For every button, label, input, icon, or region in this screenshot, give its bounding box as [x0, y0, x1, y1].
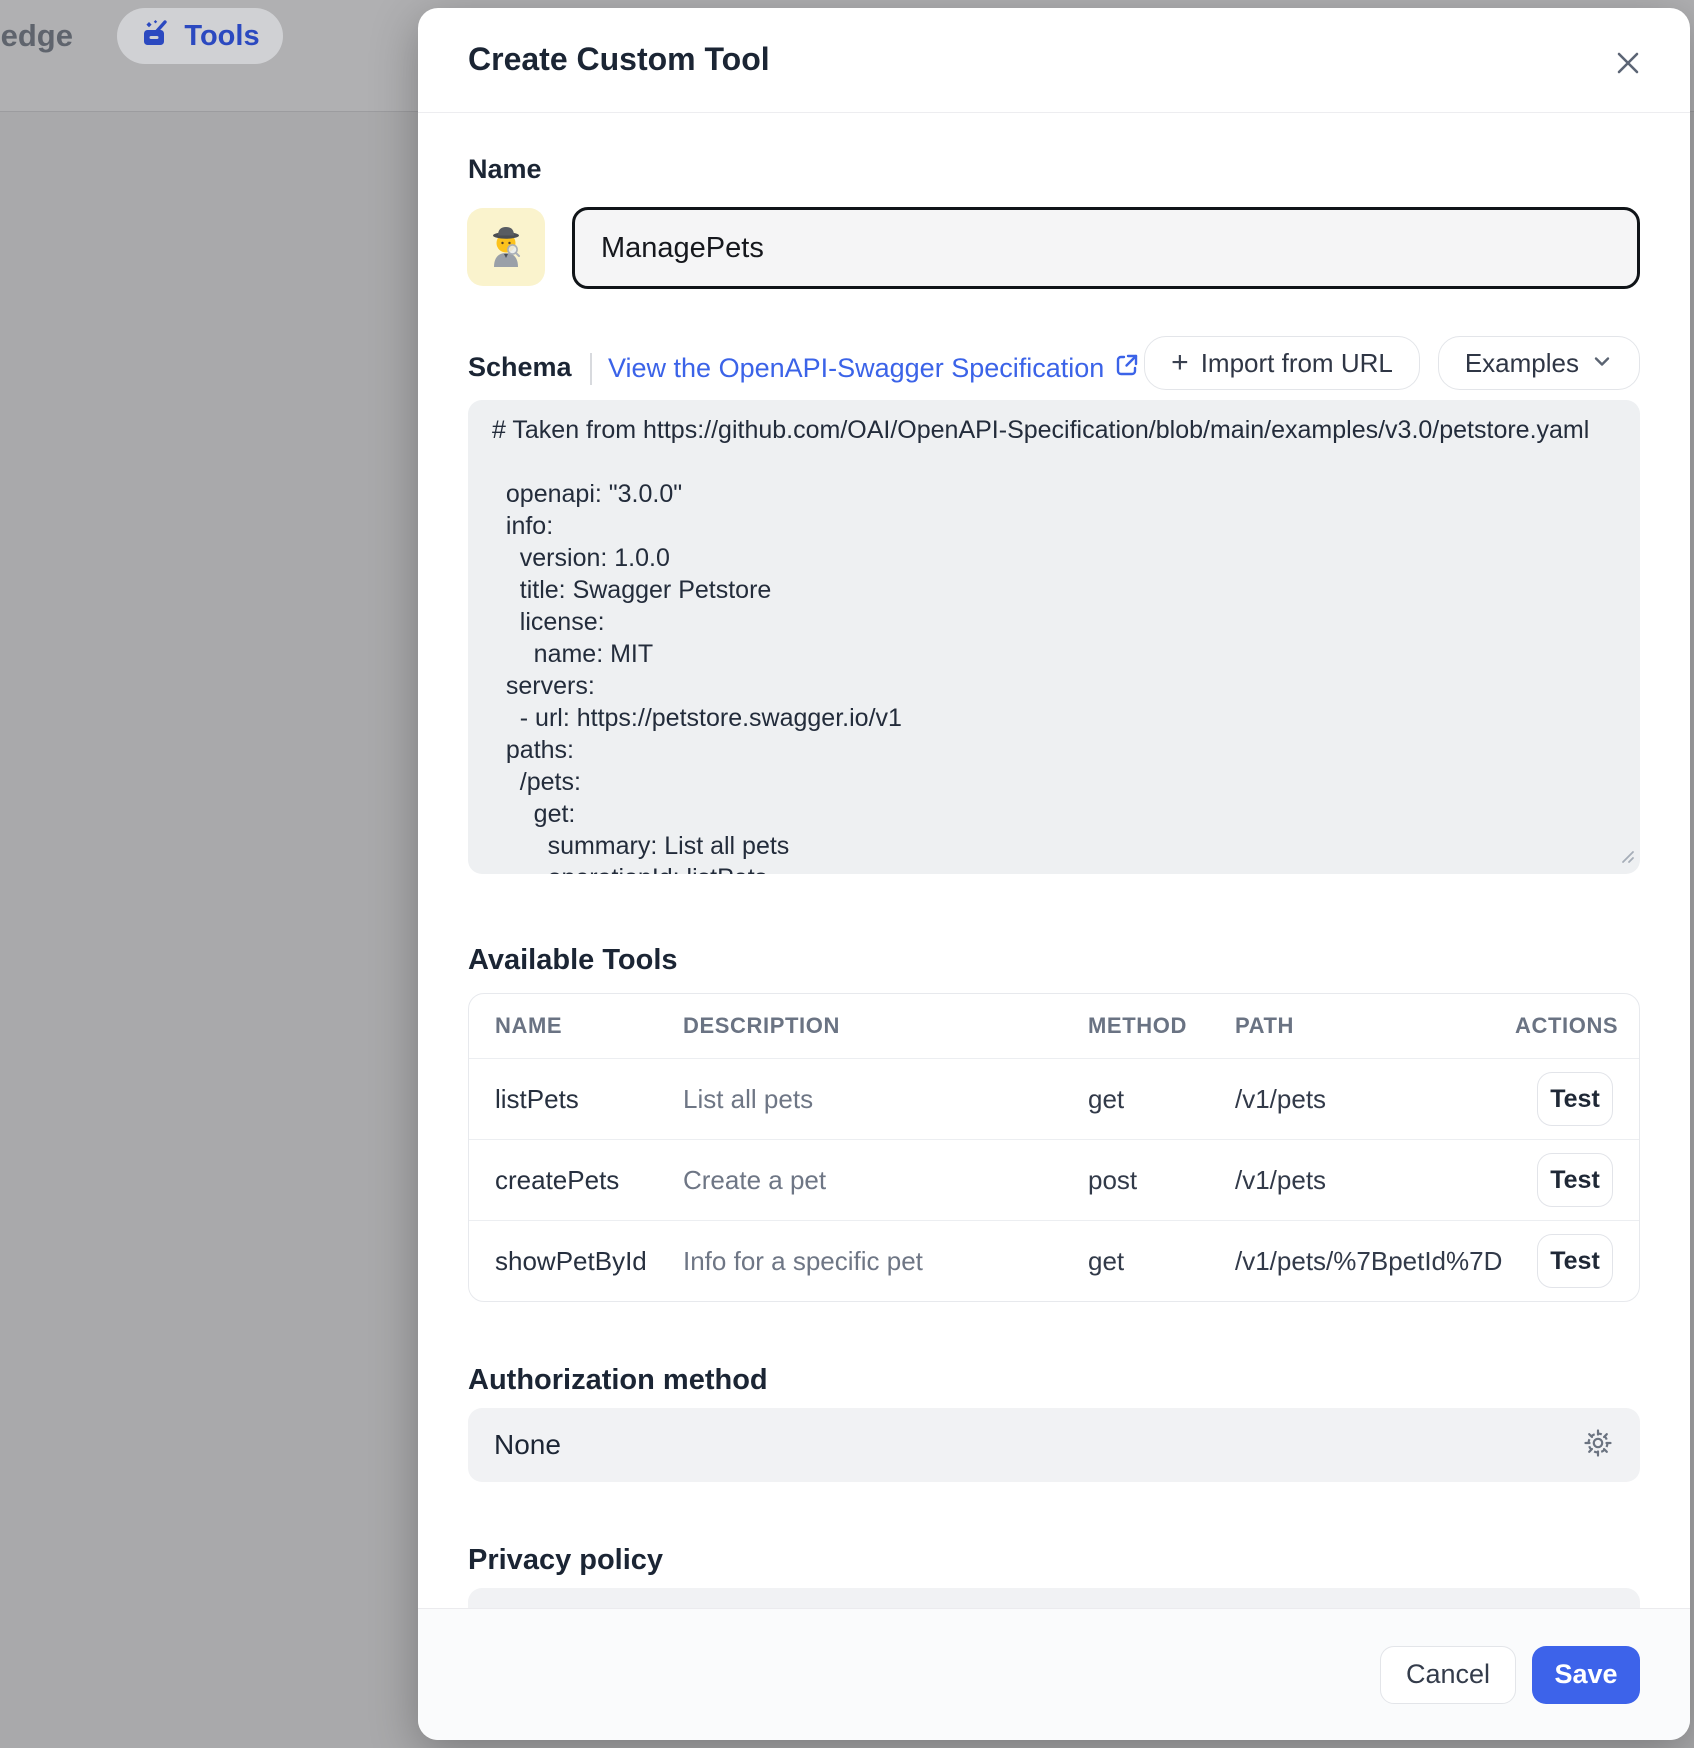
privacy-policy-heading: Privacy policy [468, 1544, 663, 1577]
test-button[interactable]: Test [1537, 1234, 1613, 1288]
detective-emoji-icon [482, 221, 530, 274]
available-tools-table: NAME DESCRIPTION METHOD PATH ACTIONS lis… [468, 993, 1640, 1302]
openapi-spec-link-label: View the OpenAPI-Swagger Specification [608, 353, 1104, 384]
save-button[interactable]: Save [1532, 1646, 1640, 1704]
import-from-url-label: Import from URL [1201, 348, 1393, 379]
column-name: NAME [495, 1013, 683, 1039]
tool-avatar[interactable] [467, 208, 545, 286]
plus-icon: + [1171, 348, 1189, 378]
column-description: DESCRIPTION [683, 1013, 1088, 1039]
examples-label: Examples [1465, 348, 1579, 379]
tool-description: Create a pet [683, 1165, 1088, 1196]
schema-divider [590, 353, 592, 385]
table-row: createPets Create a pet post /v1/pets Te… [469, 1139, 1639, 1220]
test-button[interactable]: Test [1537, 1153, 1613, 1207]
table-row: showPetById Info for a specific pet get … [469, 1220, 1639, 1301]
import-from-url-button[interactable]: + Import from URL [1144, 336, 1420, 390]
authorization-method-selector[interactable]: None [468, 1408, 1640, 1482]
name-label: Name [468, 154, 542, 185]
available-tools-heading: Available Tools [468, 944, 678, 977]
header-divider [418, 112, 1690, 113]
tool-name: showPetById [495, 1246, 683, 1277]
external-link-icon [1114, 352, 1140, 385]
close-button[interactable] [1606, 42, 1650, 86]
table-header-row: NAME DESCRIPTION METHOD PATH ACTIONS [469, 994, 1639, 1058]
close-x-icon [1613, 48, 1643, 81]
tab-knowledge-partial[interactable]: ledge [0, 18, 73, 54]
schema-textarea[interactable]: # Taken from https://github.com/OAI/Open… [468, 400, 1640, 874]
tool-method: get [1088, 1246, 1235, 1277]
tool-name: createPets [495, 1165, 683, 1196]
tab-tools[interactable]: Tools [117, 8, 283, 64]
cancel-button[interactable]: Cancel [1380, 1646, 1516, 1704]
chevron-down-icon [1591, 348, 1613, 379]
tool-path: /v1/pets [1235, 1084, 1515, 1115]
tool-path: /v1/pets/%7BpetId%7D [1235, 1246, 1515, 1277]
column-path: PATH [1235, 1013, 1515, 1039]
authorization-method-heading: Authorization method [468, 1364, 768, 1397]
tab-tools-label: Tools [184, 20, 259, 53]
examples-dropdown-button[interactable]: Examples [1438, 336, 1640, 390]
tool-name: listPets [495, 1084, 683, 1115]
column-actions: ACTIONS [1515, 1013, 1618, 1039]
create-custom-tool-dialog: Create Custom Tool Name Schema [418, 8, 1690, 1740]
name-input[interactable] [572, 207, 1640, 289]
tool-path: /v1/pets [1235, 1165, 1515, 1196]
resize-handle-icon[interactable] [1617, 846, 1635, 869]
test-button[interactable]: Test [1537, 1072, 1613, 1126]
tool-description: List all pets [683, 1084, 1088, 1115]
schema-actions: + Import from URL Examples [1144, 336, 1640, 390]
schema-label: Schema [468, 352, 572, 383]
dialog-title: Create Custom Tool [468, 41, 770, 78]
gear-icon[interactable] [1582, 1427, 1614, 1464]
schema-yaml-text: # Taken from https://github.com/OAI/Open… [492, 414, 1616, 874]
openapi-spec-link[interactable]: View the OpenAPI-Swagger Specification [608, 352, 1140, 385]
authorization-method-value: None [494, 1429, 561, 1461]
dialog-footer: Cancel Save [418, 1608, 1690, 1740]
table-row: listPets List all pets get /v1/pets Test [469, 1058, 1639, 1139]
column-method: METHOD [1088, 1013, 1235, 1039]
toolbox-sparkle-icon [140, 18, 172, 55]
tool-description: Info for a specific pet [683, 1246, 1088, 1277]
tool-method: get [1088, 1084, 1235, 1115]
tool-method: post [1088, 1165, 1235, 1196]
